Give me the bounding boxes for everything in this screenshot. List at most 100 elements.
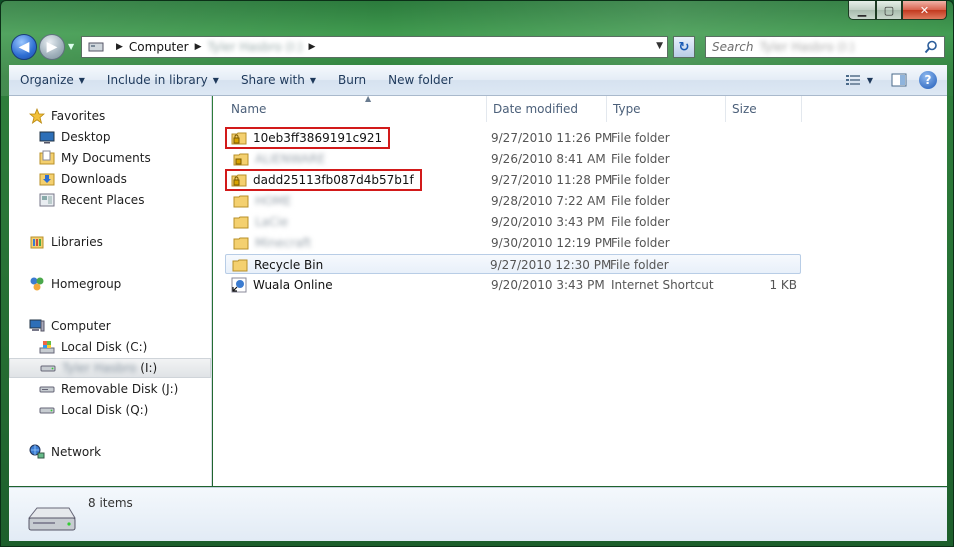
navigation-pane: Favorites Desktop My Documents Downloads… [9,96,212,486]
breadcrumb-separator-icon[interactable]: ▶ [309,42,316,52]
search-box[interactable]: Search Tyler Hasbro (I:) [705,36,945,58]
nav-local-disk-c-label: Local Disk (C:) [61,340,148,354]
maximize-button[interactable]: ▢ [876,1,902,20]
file-type: File folder [611,215,670,229]
chevron-down-icon[interactable]: ▼ [656,41,663,51]
locked-folder-icon [231,132,247,145]
breadcrumb-separator-icon[interactable]: ▶ [116,42,123,52]
nav-local-disk-q-label: Local Disk (Q:) [61,403,149,417]
nav-removable-disk-j-label: Removable Disk (J:) [61,382,179,396]
column-header-type[interactable]: Type [607,96,726,122]
file-row[interactable]: Recycle Bin 9/27/2010 12:30 PM File fold… [225,254,801,274]
network-icon [29,444,45,459]
chevron-down-icon: ▼ [212,75,219,85]
view-options-chevron-icon[interactable]: ▼ [867,76,873,85]
share-with-label: Share with [240,73,305,87]
address-bar[interactable]: ▶ Computer ▶ Tyler Hasbro (I:) ▶ ▼ [81,36,668,58]
file-size [725,212,797,232]
nav-favorites-label: Favorites [51,109,106,123]
breadcrumb-computer[interactable]: Computer [129,40,189,54]
drive-icon [39,407,55,414]
command-bar: Organize ▼ Include in library ▼ Share wi… [9,65,947,96]
system-drive-icon [39,341,55,354]
nav-desktop[interactable]: Desktop [9,127,211,147]
burn-button[interactable]: Burn [327,65,377,95]
nav-my-documents[interactable]: My Documents [9,148,211,168]
nav-network-label: Network [51,445,102,459]
nav-recent-places[interactable]: Recent Places [9,190,211,210]
nav-libraries[interactable]: Libraries [9,232,211,252]
file-name-cell: ALIENWARE [225,149,487,169]
file-size [725,149,797,169]
search-icon[interactable] [924,40,938,54]
file-name-cell: 10eb3ff3869191c921 [225,127,487,149]
preview-pane-icon[interactable] [891,73,907,87]
downloads-folder-icon [39,173,55,186]
organize-menu[interactable]: Organize ▼ [9,65,96,95]
file-row[interactable]: LaCie 9/20/2010 3:43 PM File folder [225,212,801,232]
file-name-cell: HOME [225,191,487,211]
locked-folder-icon [231,174,247,187]
search-scope: Tyler Hasbro (I:) [759,40,855,54]
nav-drive-i[interactable]: Tyler Hasbro (I:) [9,358,211,378]
file-date: 9/26/2010 8:41 AM [491,152,606,166]
nav-local-disk-q[interactable]: Local Disk (Q:) [9,400,211,420]
file-name: HOME [255,194,292,208]
file-date: 9/28/2010 7:22 AM [491,194,606,208]
nav-local-disk-c[interactable]: Local Disk (C:) [9,337,211,357]
file-name-cell: LaCie [225,212,487,232]
column-header-size[interactable]: Size [726,96,802,122]
file-row[interactable]: ALIENWARE 9/26/2010 8:41 AM File folder [225,149,801,169]
column-header-date[interactable]: Date modified [487,96,607,122]
sort-ascending-icon: ▲ [365,94,372,103]
drive-icon [27,507,76,531]
recent-pages-dropdown-icon[interactable]: ▼ [68,42,74,51]
file-name: LaCie [255,215,289,229]
share-with-menu[interactable]: Share with ▼ [230,65,327,95]
help-icon[interactable]: ? [919,71,937,89]
breadcrumb-separator-icon[interactable]: ▶ [195,42,202,52]
include-in-library-menu[interactable]: Include in library ▼ [96,65,230,95]
documents-folder-icon [39,150,55,165]
file-name-cell: Minecraft [225,233,487,253]
file-row[interactable]: Wuala Online 9/20/2010 3:43 PM Internet … [225,275,801,295]
file-row[interactable]: Minecraft 9/30/2010 12:19 PM File folder [225,233,801,253]
locked-folder-icon [233,153,249,166]
file-type: File folder [611,236,670,250]
file-type: File folder [610,258,669,272]
refresh-button[interactable]: ↻ [673,36,695,58]
nav-downloads[interactable]: Downloads [9,169,211,189]
details-view-icon[interactable] [845,73,861,87]
file-name: dadd25113fb087d4b57b1f [253,173,414,187]
details-pane: 8 items [9,487,947,541]
new-folder-button[interactable]: New folder [377,65,464,95]
forward-button[interactable]: ▶ [39,34,65,60]
file-row[interactable]: dadd25113fb087d4b57b1f 9/27/2010 11:28 P… [225,169,801,191]
back-button[interactable]: ◀ [11,34,37,60]
file-date: 9/20/2010 3:43 PM [491,278,605,292]
column-header-date-label: Date modified [493,102,579,116]
nav-computer[interactable]: Computer [9,316,211,336]
minimize-button[interactable]: ▁ [848,1,876,20]
file-name: Minecraft [255,236,312,250]
nav-network[interactable]: Network [9,442,211,462]
column-header-name[interactable]: Name ▲ [225,94,487,122]
file-size [725,170,797,190]
file-row[interactable]: HOME 9/28/2010 7:22 AM File folder [225,191,801,211]
file-name: ALIENWARE [255,152,326,166]
chevron-down-icon: ▼ [309,75,316,85]
drive-icon [40,365,56,372]
file-name-cell: Recycle Bin [226,255,488,275]
file-row[interactable]: 10eb3ff3869191c921 9/27/2010 11:26 PM Fi… [225,127,801,149]
nav-libraries-label: Libraries [51,235,103,249]
computer-icon [29,319,45,332]
close-button[interactable]: ✕ [902,1,947,20]
breadcrumb-drive-i[interactable]: Tyler Hasbro (I:) [208,40,303,54]
burn-label: Burn [338,73,367,87]
nav-removable-disk-j[interactable]: Removable Disk (J:) [9,379,211,399]
nav-favorites[interactable]: Favorites [9,106,211,126]
nav-homegroup[interactable]: Homegroup [9,274,211,294]
file-date: 9/27/2010 12:30 PM [490,258,612,272]
navigation-bar: ◀ ▶ ▼ ▶ Computer ▶ Tyler Hasbro (I:) ▶ ▼… [9,32,947,62]
new-folder-label: New folder [388,73,453,87]
